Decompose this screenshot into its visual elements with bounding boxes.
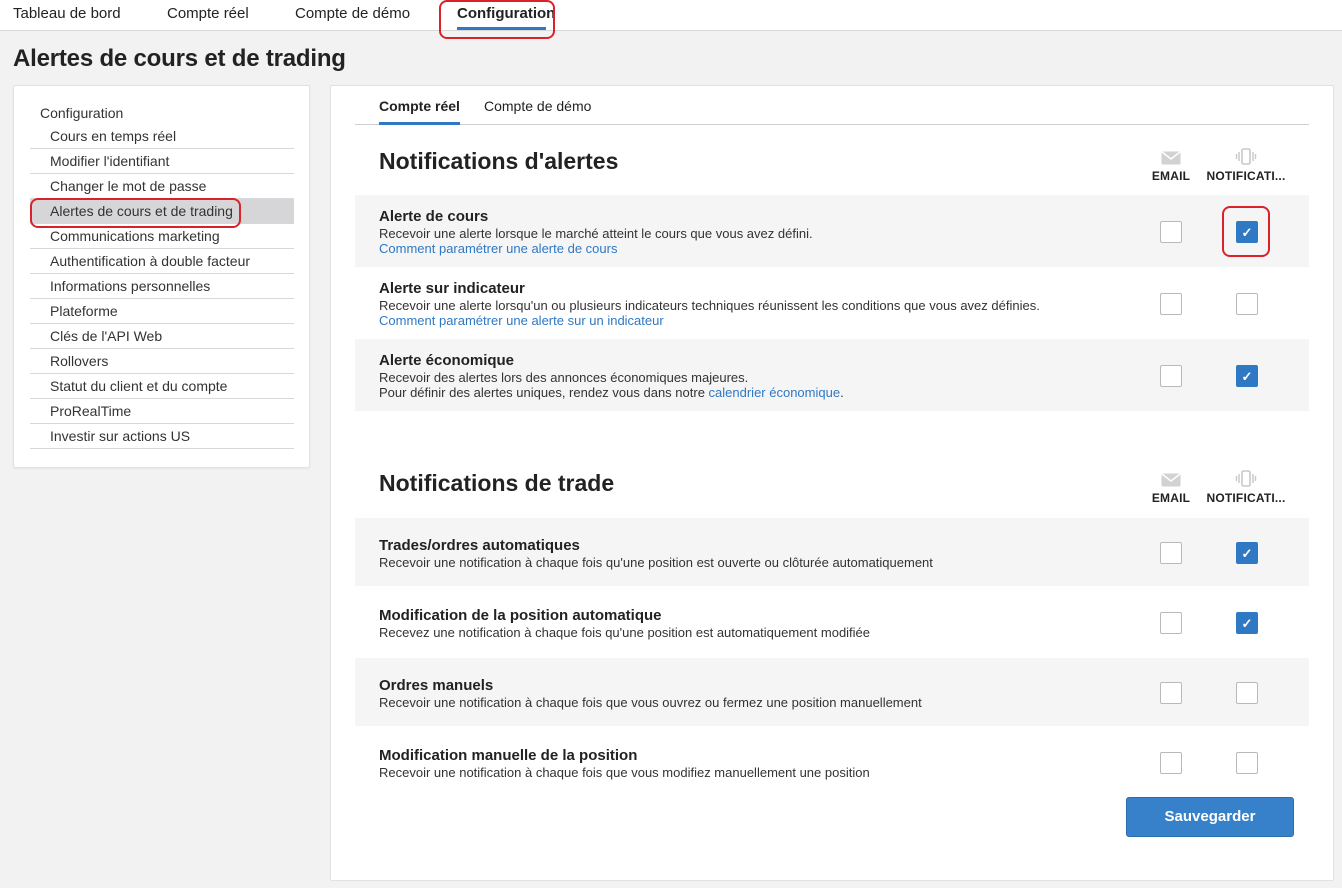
indicator-alert-email-checkbox[interactable] — [1160, 293, 1182, 315]
sidebar-item-rollovers[interactable]: Rollovers — [30, 349, 294, 374]
sidebar-item-change-password[interactable]: Changer le mot de passe — [30, 174, 294, 199]
manual-position-change-email-checkbox[interactable] — [1160, 752, 1182, 774]
page-title: Alertes de cours et de trading — [13, 45, 346, 72]
alert-row-economic: Alerte économique Recevoir des alertes l… — [355, 339, 1309, 411]
checkmark-icon: ✓ — [1241, 368, 1253, 384]
subtab-demo-account[interactable]: Compte de démo — [484, 98, 591, 114]
top-tab-demo-account[interactable]: Compte de démo — [295, 5, 410, 22]
manual-orders-notification-checkbox[interactable] — [1236, 682, 1258, 704]
alerts-panel: Compte réel Compte de démo Notifications… — [330, 85, 1334, 881]
email-column-label: EMAIL — [1151, 491, 1191, 505]
manual-position-change-notification-checkbox[interactable] — [1236, 752, 1258, 774]
alert-row-title: Alerte sur indicateur — [379, 280, 525, 297]
vibrating-phone-icon — [1235, 470, 1257, 487]
email-column-label: EMAIL — [1151, 169, 1191, 183]
price-alert-notification-checkbox[interactable]: ✓ — [1236, 221, 1258, 243]
indicator-alert-notification-checkbox[interactable] — [1236, 293, 1258, 315]
price-alert-help-link[interactable]: Comment paramétrer une alerte de cours — [379, 241, 617, 256]
sidebar-heading: Configuration — [40, 105, 124, 121]
alert-row-indicator: Alerte sur indicateur Recevoir une alert… — [355, 267, 1309, 339]
checkmark-icon: ✓ — [1241, 615, 1253, 631]
trade-row-desc: Recevoir une notification à chaque fois … — [379, 765, 870, 780]
alert-row-desc: Recevoir des alertes lors des annonces é… — [379, 370, 749, 385]
economic-alert-notification-checkbox[interactable]: ✓ — [1236, 365, 1258, 387]
sidebar-item-price-trading-alerts[interactable]: Alertes de cours et de trading — [30, 199, 294, 224]
trade-row-manual-orders: Ordres manuels Recevoir une notification… — [355, 658, 1309, 726]
notifications-column-header: NOTIFICATI... — [1201, 148, 1291, 183]
sidebar-item-us-shares[interactable]: Investir sur actions US — [30, 424, 294, 449]
active-tab-underline — [457, 27, 546, 30]
indicator-alert-help-link[interactable]: Comment paramétrer une alerte sur un ind… — [379, 313, 664, 328]
sidebar-item-web-api-keys[interactable]: Clés de l'API Web — [30, 324, 294, 349]
economic-calendar-prefix: Pour définir des alertes uniques, rendez… — [379, 385, 709, 400]
trade-row-desc: Recevoir une notification à chaque fois … — [379, 695, 922, 710]
sidebar-item-realtime-quotes[interactable]: Cours en temps réel — [30, 124, 294, 149]
notifications-column-label: NOTIFICATI... — [1206, 169, 1286, 183]
subtab-underline — [379, 122, 460, 125]
checkmark-icon: ✓ — [1241, 224, 1253, 240]
economic-calendar-link[interactable]: calendrier économique — [709, 385, 841, 400]
alert-row-title: Alerte économique — [379, 352, 515, 369]
trade-row-title: Ordres manuels — [379, 677, 494, 694]
manual-orders-email-checkbox[interactable] — [1160, 682, 1182, 704]
settings-sidebar: Configuration Cours en temps réel Modifi… — [13, 85, 310, 468]
trade-row-desc: Recevoir une notification à chaque fois … — [379, 555, 933, 570]
alert-row-price: Alerte de cours Recevoir une alerte lors… — [355, 195, 1309, 267]
trade-row-automatic-position-change: Modification de la position automatique … — [355, 588, 1309, 656]
envelope-icon — [1161, 151, 1181, 165]
top-tab-live-account[interactable]: Compte réel — [167, 5, 249, 22]
vibrating-phone-icon — [1235, 148, 1257, 165]
sidebar-item-change-username[interactable]: Modifier l'identifiant — [30, 149, 294, 174]
sidebar-item-two-factor-auth[interactable]: Authentification à double facteur — [30, 249, 294, 274]
economic-calendar-suffix: . — [840, 385, 844, 400]
notifications-column-header-2: NOTIFICATI... — [1201, 470, 1291, 505]
price-alert-email-checkbox[interactable] — [1160, 221, 1182, 243]
checkmark-icon: ✓ — [1241, 545, 1253, 561]
trade-row-automatic-orders: Trades/ordres automatiques Recevoir une … — [355, 518, 1309, 586]
top-tab-dashboard[interactable]: Tableau de bord — [13, 5, 121, 22]
top-nav: Tableau de bord Compte réel Compte de dé… — [0, 0, 1342, 31]
save-button[interactable]: Sauvegarder — [1126, 797, 1294, 837]
sidebar-item-personal-info[interactable]: Informations personnelles — [30, 274, 294, 299]
account-subtabs: Compte réel Compte de démo — [355, 96, 1309, 125]
automatic-orders-notification-checkbox[interactable]: ✓ — [1236, 542, 1258, 564]
notifications-column-label: NOTIFICATI... — [1206, 491, 1286, 505]
alert-row-title: Alerte de cours — [379, 208, 489, 225]
envelope-icon — [1161, 473, 1181, 487]
alerts-section-title: Notifications d'alertes — [379, 148, 619, 174]
auto-position-change-email-checkbox[interactable] — [1160, 612, 1182, 634]
sidebar-item-prorealtime[interactable]: ProRealTime — [30, 399, 294, 424]
automatic-orders-email-checkbox[interactable] — [1160, 542, 1182, 564]
alert-row-desc: Recevoir une alerte lorsque le marché at… — [379, 226, 813, 241]
sidebar-item-marketing-communications[interactable]: Communications marketing — [30, 224, 294, 249]
top-tab-configuration[interactable]: Configuration — [457, 5, 555, 22]
sidebar-list: Cours en temps réel Modifier l'identifia… — [30, 124, 294, 449]
subtab-live-account[interactable]: Compte réel — [379, 98, 460, 114]
trade-row-desc: Recevez une notification à chaque fois q… — [379, 625, 871, 640]
trade-row-title: Trades/ordres automatiques — [379, 537, 580, 554]
sidebar-item-platform[interactable]: Plateforme — [30, 299, 294, 324]
trade-row-title: Modification de la position automatique — [379, 607, 662, 624]
trade-section-title: Notifications de trade — [379, 470, 615, 496]
alert-row-desc: Recevoir une alerte lorsqu'un ou plusieu… — [379, 298, 1040, 313]
auto-position-change-notification-checkbox[interactable]: ✓ — [1236, 612, 1258, 634]
trade-row-title: Modification manuelle de la position — [379, 747, 638, 764]
trade-row-manual-position-change: Modification manuelle de la position Rec… — [355, 728, 1309, 796]
sidebar-item-client-account-status[interactable]: Statut du client et du compte — [30, 374, 294, 399]
economic-alert-email-checkbox[interactable] — [1160, 365, 1182, 387]
alert-row-desc-2: Pour définir des alertes uniques, rendez… — [379, 385, 844, 400]
